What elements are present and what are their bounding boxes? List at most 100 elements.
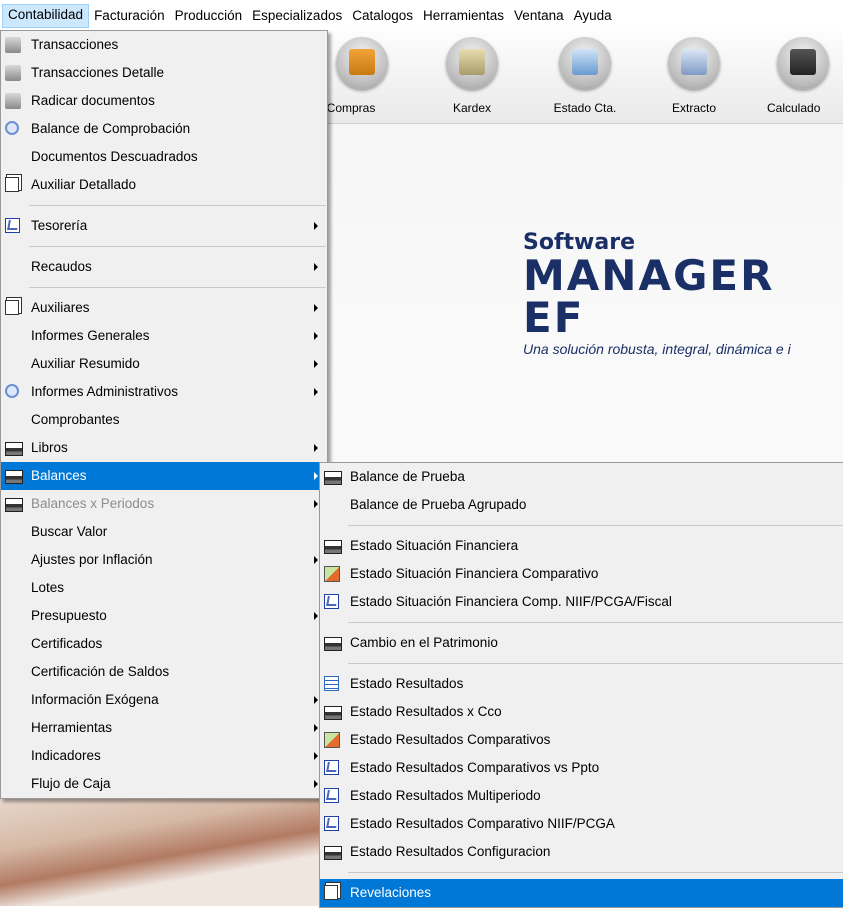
printer-icon <box>324 637 342 651</box>
chevron-right-icon <box>314 304 318 312</box>
menu-item-transacciones-detalle[interactable]: Transacciones Detalle <box>1 59 327 87</box>
menu-item-estado-resultados-comparativos-vs-ppto[interactable]: Estado Resultados Comparativos vs Ppto <box>320 754 843 782</box>
menu-item-label: Presupuesto <box>31 608 107 623</box>
menu-item-radicar-documentos[interactable]: Radicar documentos <box>1 87 327 115</box>
menu-item-libros[interactable]: Libros <box>1 434 327 462</box>
menu-item-balances-x-periodos[interactable]: Balances x Periodos <box>1 490 327 518</box>
menu-item-label: Estado Situación Financiera Comp. NIIF/P… <box>350 594 672 609</box>
menu-item-estado-situacion-financiera-comp-niif-pcga-fiscal[interactable]: Estado Situación Financiera Comp. NIIF/P… <box>320 588 843 616</box>
menu-item-estado-resultados-x-cco[interactable]: Estado Resultados x Cco <box>320 698 843 726</box>
chevron-right-icon <box>314 360 318 368</box>
menu-item-label: Estado Resultados <box>350 676 464 691</box>
checklist-icon <box>324 760 339 775</box>
menu-ventana[interactable]: Ventana <box>509 5 569 27</box>
menu-especializados[interactable]: Especializados <box>247 5 347 27</box>
menu-herramientas[interactable]: Herramientas <box>418 5 509 27</box>
kardex-label: Kardex <box>452 101 492 115</box>
menu-item-herramientas[interactable]: Herramientas <box>1 714 327 742</box>
menu-separator <box>348 663 843 664</box>
menu-item-informes-administrativos[interactable]: Informes Administrativos <box>1 378 327 406</box>
menu-item-cambio-en-el-patrimonio[interactable]: Cambio en el Patrimonio <box>320 629 843 657</box>
menu-item-label: Auxiliar Resumido <box>31 356 140 371</box>
menu-item-recaudos[interactable]: Recaudos <box>1 253 327 281</box>
menu-separator <box>29 287 326 288</box>
menu-item-label: Transacciones Detalle <box>31 65 165 80</box>
estado-cta-button[interactable]: Estado Cta. <box>545 31 625 123</box>
menu-separator <box>348 872 843 873</box>
menu-item-comprobantes[interactable]: Comprobantes <box>1 406 327 434</box>
menu-item-estado-resultados-configuracion[interactable]: Estado Resultados Configuracion <box>320 838 843 866</box>
menu-item-label: Estado Resultados Configuracion <box>350 844 551 859</box>
background-decoration <box>0 790 330 906</box>
menu-item-estado-resultados-multiperiodo[interactable]: Estado Resultados Multiperiodo <box>320 782 843 810</box>
menu-item-label: Estado Resultados Comparativos <box>350 732 551 747</box>
menu-item-estado-situacion-financiera-comparativo[interactable]: Estado Situación Financiera Comparativo <box>320 560 843 588</box>
menu-item-presupuesto[interactable]: Presupuesto <box>1 602 327 630</box>
menu-item-buscar-valor[interactable]: Buscar Valor <box>1 518 327 546</box>
transactions-icon <box>5 37 21 53</box>
menu-item-balance-de-comprobacion[interactable]: Balance de Comprobación <box>1 115 327 143</box>
chevron-right-icon <box>314 332 318 340</box>
menu-item-transacciones[interactable]: Transacciones <box>1 31 327 59</box>
compare-icon <box>324 732 340 748</box>
menu-item-auxiliar-detallado[interactable]: Auxiliar Detallado <box>1 171 327 199</box>
menu-item-label: Auxiliar Detallado <box>31 177 137 192</box>
menu-item-auxiliar-resumido[interactable]: Auxiliar Resumido <box>1 350 327 378</box>
menu-item-label: Balances <box>31 468 87 483</box>
menu-item-certificacion-de-saldos[interactable]: Certificación de Saldos <box>1 658 327 686</box>
chevron-right-icon <box>314 752 318 760</box>
printer-icon <box>324 846 342 860</box>
extract-icon <box>668 37 720 89</box>
menu-contabilidad[interactable]: Contabilidad <box>2 3 90 28</box>
menu-item-auxiliares[interactable]: Auxiliares <box>1 294 327 322</box>
document-icon <box>5 177 19 192</box>
menu-item-estado-resultados-comparativos[interactable]: Estado Resultados Comparativos <box>320 726 843 754</box>
menu-item-label: Libros <box>31 440 68 455</box>
kardex-icon <box>446 37 498 89</box>
kardex-button[interactable]: Kardex <box>432 31 512 123</box>
menu-item-informes-generales[interactable]: Informes Generales <box>1 322 327 350</box>
printer-icon <box>5 442 23 456</box>
menu-item-tesoreria[interactable]: Tesorería <box>1 212 327 240</box>
table-icon <box>324 676 339 691</box>
menu-item-revelaciones[interactable]: Revelaciones <box>320 879 843 907</box>
menu-facturacion[interactable]: Facturación <box>89 5 170 27</box>
menu-item-estado-resultados[interactable]: Estado Resultados <box>320 670 843 698</box>
menu-item-estado-situacion-financiera[interactable]: Estado Situación Financiera <box>320 532 843 560</box>
menu-item-flujo-de-caja[interactable]: Flujo de Caja <box>1 770 327 798</box>
chevron-right-icon <box>314 444 318 452</box>
menu-ayuda[interactable]: Ayuda <box>569 5 617 27</box>
menu-catalogos[interactable]: Catalogos <box>347 5 418 27</box>
chevron-right-icon <box>314 696 318 704</box>
checklist-icon <box>324 594 339 609</box>
calculadora-button[interactable]: Calculado <box>763 31 843 123</box>
printer-icon <box>5 498 23 512</box>
menu-item-balances[interactable]: Balances <box>1 462 327 490</box>
chevron-right-icon <box>314 500 318 508</box>
menu-item-lotes[interactable]: Lotes <box>1 574 327 602</box>
chevron-right-icon <box>314 263 318 271</box>
menu-item-label: Balances x Periodos <box>31 496 155 511</box>
menu-item-label: Certificados <box>31 636 103 651</box>
menu-produccion[interactable]: Producción <box>170 5 248 27</box>
checklist-icon <box>5 218 20 233</box>
compras-button[interactable]: Compras <box>322 31 402 123</box>
menu-item-documentos-descuadrados[interactable]: Documentos Descuadrados <box>1 143 327 171</box>
estado-cta-label: Estado Cta. <box>553 101 617 115</box>
menu-item-balance-de-prueba[interactable]: Balance de Prueba <box>320 463 843 491</box>
menu-item-label: Estado Resultados Comparativo NIIF/PCGA <box>350 816 615 831</box>
menu-item-ajustes-por-inflacion[interactable]: Ajustes por Inflación <box>1 546 327 574</box>
calculadora-label: Calculado <box>767 101 821 115</box>
menu-item-label: Lotes <box>31 580 65 595</box>
menu-item-indicadores[interactable]: Indicadores <box>1 742 327 770</box>
menu-item-informacion-exogena[interactable]: Información Exógena <box>1 686 327 714</box>
menu-item-label: Comprobantes <box>31 412 120 427</box>
brand-logo: Software MANAGER EF Una solución robusta… <box>523 230 843 357</box>
menu-item-balance-de-prueba-agrupado[interactable]: Balance de Prueba Agrupado <box>320 491 843 519</box>
menu-item-label: Revelaciones <box>350 885 432 900</box>
menu-item-estado-resultados-comparativo-niif-pcga[interactable]: Estado Resultados Comparativo NIIF/PCGA <box>320 810 843 838</box>
menu-item-certificados[interactable]: Certificados <box>1 630 327 658</box>
magnifier-icon <box>5 384 19 398</box>
chevron-right-icon <box>314 472 318 480</box>
extracto-button[interactable]: Extracto <box>654 31 734 123</box>
